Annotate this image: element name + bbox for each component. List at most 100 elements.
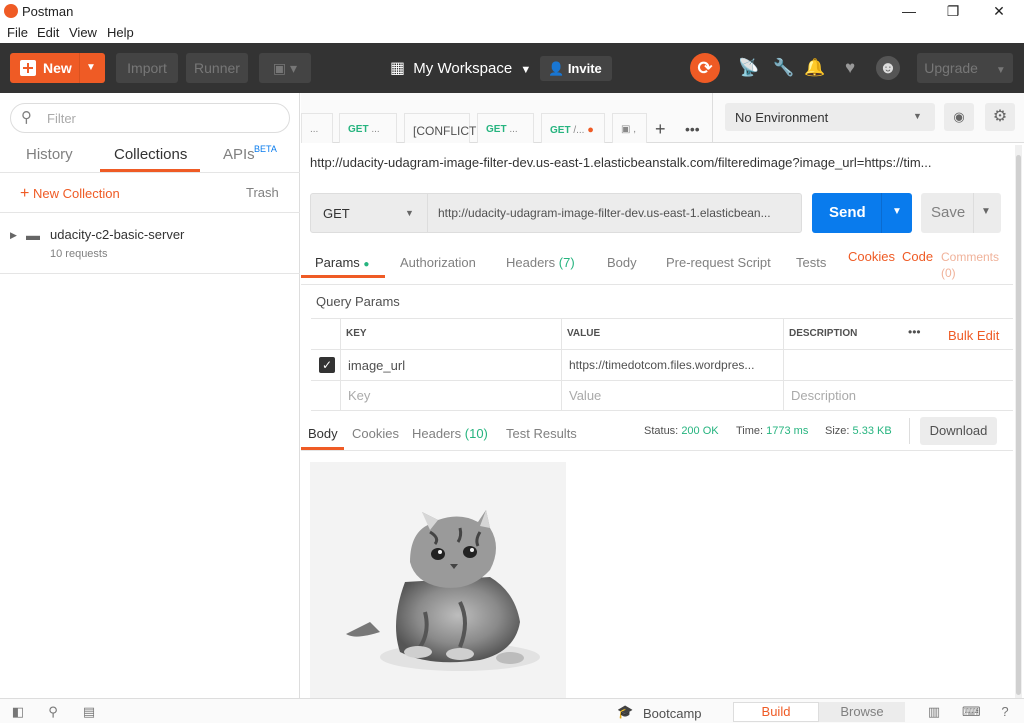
param-value[interactable]: https://timedotcom.files.wordpres... — [569, 358, 754, 372]
folder-icon: ▬ — [26, 227, 40, 243]
request-tab[interactable]: GET ... — [477, 113, 534, 143]
chevron-down-icon[interactable]: ▼ — [981, 206, 991, 217]
key-placeholder[interactable]: Key — [348, 388, 370, 403]
chevron-down-icon[interactable]: ▼ — [892, 206, 902, 217]
tab-params[interactable]: Params ● — [315, 255, 369, 270]
search-icon: ⚲ — [21, 109, 32, 126]
caret-right-icon[interactable]: ▶ — [10, 230, 17, 241]
more-tabs-icon[interactable]: ••• — [685, 121, 700, 137]
request-tab[interactable]: [CONFLICT — [404, 113, 476, 143]
trash-link[interactable]: Trash — [246, 185, 279, 200]
url-input[interactable]: http://udacity-udagram-image-filter-dev.… — [427, 193, 802, 233]
request-tab[interactable]: GET ... — [339, 113, 397, 143]
response-tab-cookies[interactable]: Cookies — [352, 426, 399, 441]
tab-prerequest-script[interactable]: Pre-request Script — [666, 255, 771, 270]
satellite-icon[interactable]: 📡 — [737, 56, 761, 80]
response-tab-tests[interactable]: Test Results — [506, 426, 577, 441]
bell-icon[interactable]: 🔔 — [803, 56, 827, 80]
value-placeholder[interactable]: Value — [569, 388, 601, 403]
workspace-selector[interactable]: ▦ My Workspace ▼ — [390, 58, 531, 78]
request-tab-active[interactable]: GET /... ● — [541, 113, 605, 143]
download-button[interactable]: Download — [920, 417, 997, 445]
column-key: KEY — [346, 328, 367, 339]
method-select[interactable]: GET ▼ — [310, 193, 428, 233]
request-tab[interactable]: ▣ , — [612, 113, 647, 143]
chevron-down-icon[interactable]: ▼ — [86, 53, 96, 83]
tab-history[interactable]: History — [26, 146, 73, 163]
console-icon[interactable]: ▤ — [81, 704, 97, 720]
scrollbar[interactable] — [1015, 145, 1022, 698]
tab-body[interactable]: Body — [607, 255, 637, 270]
app-header: New ▼ Import Runner ▣ ▾ ▦ My Workspace ▼… — [0, 43, 1024, 93]
runner-button[interactable]: Runner — [186, 53, 248, 83]
menu-edit[interactable]: Edit — [37, 25, 59, 40]
new-button[interactable]: New ▼ — [10, 53, 105, 83]
response-image — [310, 462, 566, 698]
environment-select[interactable]: No Environment ▼ — [725, 103, 935, 131]
import-button[interactable]: Import — [116, 53, 178, 83]
plus-icon: + — [20, 185, 30, 202]
postman-logo-icon — [4, 4, 18, 18]
sidebar: ⚲ Filter History Collections APIs BETA +… — [0, 93, 300, 698]
gear-icon[interactable]: ⚙ — [985, 103, 1015, 131]
sync-icon[interactable]: ⟳ — [690, 53, 720, 83]
minimize-button[interactable]: — — [886, 0, 932, 23]
kitten-image — [346, 510, 540, 671]
filter-input[interactable]: ⚲ Filter — [10, 103, 290, 133]
heart-icon[interactable]: ♥ — [838, 56, 862, 80]
more-options-icon[interactable]: ••• — [908, 325, 921, 339]
menu-bar: File Edit View Help — [0, 23, 1024, 43]
unsaved-dot-icon: ● — [587, 124, 594, 136]
menu-view[interactable]: View — [69, 25, 97, 40]
find-icon[interactable]: ⚲ — [45, 704, 61, 720]
beta-badge: BETA — [254, 144, 277, 154]
invite-button[interactable]: 👤 Invite — [540, 56, 612, 81]
new-window-button[interactable]: ▣ ▾ — [259, 53, 311, 83]
add-tab-button[interactable]: + — [655, 119, 666, 140]
bootcamp-link[interactable]: Bootcamp — [643, 706, 702, 721]
new-collection-button[interactable]: + New Collection — [20, 185, 120, 203]
cookies-link[interactable]: Cookies — [848, 249, 895, 264]
tab-active-indicator — [301, 275, 385, 278]
query-params-title: Query Params — [316, 294, 400, 309]
request-title[interactable]: http://udacity-udagram-image-filter-dev.… — [310, 155, 1010, 170]
response-tab-body[interactable]: Body — [308, 426, 338, 441]
collection-name: udacity-c2-basic-server — [50, 227, 185, 242]
param-key[interactable]: image_url — [348, 358, 405, 373]
grid-icon: ▦ — [390, 60, 406, 77]
menu-help[interactable]: Help — [107, 25, 134, 40]
avatar[interactable]: ☻ — [876, 56, 900, 80]
chevron-down-icon: ▼ — [913, 111, 922, 121]
time-info: Time: 1773 ms — [736, 425, 809, 437]
description-placeholder[interactable]: Description — [791, 388, 856, 403]
upgrade-button[interactable]: Upgrade ▼ — [917, 53, 1013, 83]
bulk-edit-link[interactable]: Bulk Edit — [948, 328, 999, 343]
param-checkbox[interactable]: ✓ — [319, 357, 335, 373]
tab-headers[interactable]: Headers (7) — [506, 255, 575, 270]
browse-button[interactable]: Browse — [819, 702, 905, 722]
keyboard-shortcuts-icon[interactable]: ⌨ — [962, 704, 981, 720]
save-button[interactable]: Save ▼ — [921, 193, 1001, 233]
maximize-button[interactable]: ❐ — [930, 0, 976, 23]
tab-apis[interactable]: APIs — [223, 146, 255, 163]
two-pane-view-icon[interactable]: ▥ — [926, 704, 942, 720]
build-button[interactable]: Build — [733, 702, 819, 722]
comments-link[interactable]: Comments (0) — [941, 249, 999, 281]
toggle-sidebar-icon[interactable]: ◧ — [10, 704, 26, 720]
response-tab-headers[interactable]: Headers (10) — [412, 426, 488, 441]
code-link[interactable]: Code — [902, 249, 933, 264]
request-tab[interactable]: ... — [301, 113, 333, 143]
help-icon[interactable]: ? — [997, 704, 1013, 720]
send-button[interactable]: Send ▼ — [812, 193, 912, 233]
close-button[interactable]: ✕ — [976, 0, 1022, 23]
menu-file[interactable]: File — [7, 25, 28, 40]
wrench-icon[interactable]: 🔧 — [772, 56, 796, 80]
chevron-down-icon: ▼ — [995, 65, 1006, 76]
collection-item[interactable]: ▶ ▬ udacity-c2-basic-server 10 requests — [0, 213, 300, 274]
tab-tests[interactable]: Tests — [796, 255, 826, 270]
eye-icon[interactable]: ◉ — [944, 103, 974, 131]
size-value: 5.33 KB — [852, 425, 892, 437]
tab-collections[interactable]: Collections — [114, 146, 187, 163]
column-value: VALUE — [567, 328, 601, 339]
tab-authorization[interactable]: Authorization — [400, 255, 476, 270]
